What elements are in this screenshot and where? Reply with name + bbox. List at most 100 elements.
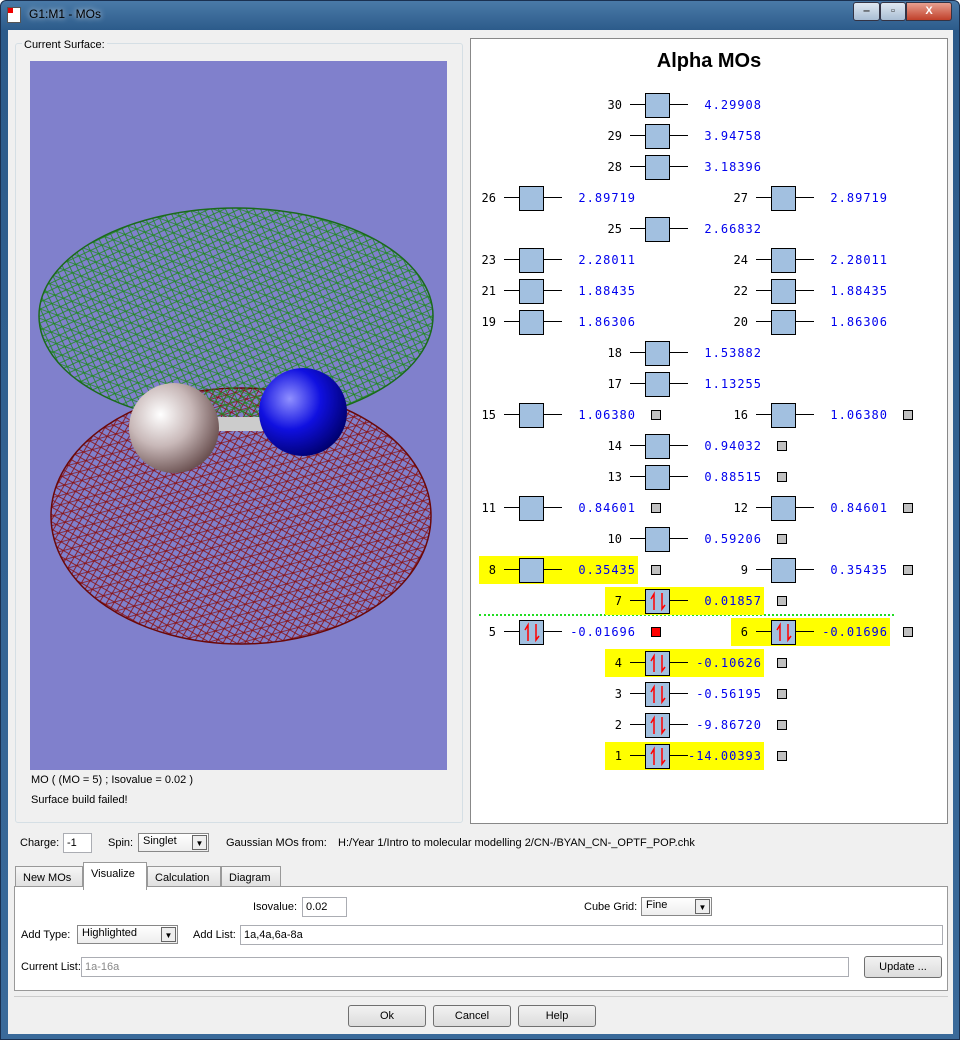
mo-energy: 0.35435 — [830, 563, 888, 577]
orbital-box[interactable] — [645, 713, 670, 738]
title-bar: G1:M1 - MOs ‒ ▫ X — [1, 1, 959, 29]
mo-number: 5 — [488, 625, 496, 639]
orbital-box[interactable] — [645, 93, 670, 118]
list-marker[interactable] — [903, 503, 913, 513]
list-marker[interactable] — [903, 410, 913, 420]
electron-pair-icon — [650, 746, 666, 767]
mo-number: 9 — [740, 563, 748, 577]
list-marker[interactable] — [777, 658, 787, 668]
carbon-atom — [129, 383, 219, 473]
cube-grid-value: Fine — [646, 899, 668, 911]
orbital-box[interactable] — [771, 496, 796, 521]
mo-energy: -0.10626 — [696, 656, 762, 670]
mo-number: 16 — [733, 408, 748, 422]
orbital-box[interactable] — [519, 496, 544, 521]
close-button[interactable]: X — [906, 2, 952, 21]
app-icon — [7, 7, 21, 23]
list-marker[interactable] — [777, 596, 787, 606]
ok-button[interactable]: Ok — [348, 1005, 426, 1027]
list-marker[interactable] — [651, 565, 661, 575]
mo-energy: 0.88515 — [704, 470, 762, 484]
orbital-box[interactable] — [645, 651, 670, 676]
orbital-box[interactable] — [645, 744, 670, 769]
mo-energy: 0.84601 — [830, 501, 888, 515]
orbital-box[interactable] — [771, 403, 796, 428]
orbital-box[interactable] — [771, 186, 796, 211]
mo-number: 22 — [733, 284, 748, 298]
mo-diagram[interactable]: Alpha MOs 30 4.29908 29 3.94758 28 3.18396 26 2… — [470, 38, 948, 824]
mo-energy: 0.94032 — [704, 439, 762, 453]
orbital-box[interactable] — [645, 372, 670, 397]
tab-visualize[interactable]: Visualize — [83, 862, 147, 890]
minimize-button[interactable]: ‒ — [853, 2, 880, 21]
surface-3d-view[interactable] — [30, 61, 447, 770]
add-list-input[interactable] — [240, 925, 943, 945]
mo-number: 19 — [481, 315, 496, 329]
orbital-box[interactable] — [519, 403, 544, 428]
spin-select[interactable]: Singlet ▼ — [138, 833, 209, 852]
cancel-button[interactable]: Cancel — [433, 1005, 511, 1027]
mo-energy: 2.28011 — [578, 253, 636, 267]
mo-number: 6 — [740, 625, 748, 639]
spin-value: Singlet — [143, 835, 177, 847]
mo-number: 27 — [733, 191, 748, 205]
list-marker[interactable] — [777, 441, 787, 451]
level-line — [630, 104, 645, 105]
mo-energy: 0.01857 — [704, 594, 762, 608]
list-marker[interactable] — [777, 689, 787, 699]
orbital-box[interactable] — [645, 682, 670, 707]
mo-energy: 3.94758 — [704, 129, 762, 143]
list-marker[interactable] — [777, 472, 787, 482]
orbital-box[interactable] — [771, 620, 796, 645]
cube-grid-select[interactable]: Fine ▼ — [641, 897, 712, 916]
list-marker[interactable] — [903, 565, 913, 575]
orbital-box[interactable] — [645, 465, 670, 490]
list-marker[interactable] — [777, 534, 787, 544]
charge-label: Charge: — [20, 837, 60, 849]
orbital-box[interactable] — [519, 186, 544, 211]
orbital-box[interactable] — [771, 248, 796, 273]
list-marker[interactable] — [903, 627, 913, 637]
add-type-select[interactable]: Highlighted ▼ — [77, 925, 178, 944]
cube-grid-label: Cube Grid: — [584, 901, 638, 913]
surface-status: MO ( (MO = 5) ; Isovalue = 0.02 ) — [31, 774, 193, 786]
orbital-box[interactable] — [645, 589, 670, 614]
orbital-box[interactable] — [771, 310, 796, 335]
list-marker[interactable] — [777, 720, 787, 730]
level-line — [504, 259, 519, 260]
level-line — [504, 290, 519, 291]
selected-marker[interactable] — [651, 627, 661, 637]
orbital-box[interactable] — [771, 558, 796, 583]
update-button[interactable]: Update ... — [864, 956, 942, 978]
orbital-box[interactable] — [645, 527, 670, 552]
list-marker[interactable] — [651, 503, 661, 513]
chevron-down-icon: ▼ — [192, 835, 207, 850]
list-marker[interactable] — [651, 410, 661, 420]
electron-pair-icon — [650, 591, 666, 612]
level-line — [756, 197, 771, 198]
orbital-box[interactable] — [645, 217, 670, 242]
charge-input[interactable] — [63, 833, 92, 853]
mo-number: 4 — [614, 656, 622, 670]
orbital-box[interactable] — [771, 279, 796, 304]
window-client: Current Surface: MO ( (MO = 5) ; Isovalu… — [8, 30, 953, 1034]
orbital-box[interactable] — [645, 155, 670, 180]
mo-number: 11 — [481, 501, 496, 515]
mo-number: 17 — [607, 377, 622, 391]
mo-energy: 0.35435 — [578, 563, 636, 577]
current-list-input[interactable] — [81, 957, 849, 977]
list-marker[interactable] — [777, 751, 787, 761]
mo-energy: 0.84601 — [578, 501, 636, 515]
orbital-box[interactable] — [645, 124, 670, 149]
orbital-box[interactable] — [645, 341, 670, 366]
source-path: H:/Year 1/Intro to molecular modelling 2… — [338, 837, 695, 849]
orbital-box[interactable] — [519, 248, 544, 273]
orbital-box[interactable] — [519, 310, 544, 335]
orbital-box[interactable] — [519, 620, 544, 645]
isovalue-input[interactable] — [302, 897, 347, 917]
orbital-box[interactable] — [519, 279, 544, 304]
orbital-box[interactable] — [519, 558, 544, 583]
help-button[interactable]: Help — [518, 1005, 596, 1027]
maximize-button[interactable]: ▫ — [880, 2, 906, 21]
orbital-box[interactable] — [645, 434, 670, 459]
